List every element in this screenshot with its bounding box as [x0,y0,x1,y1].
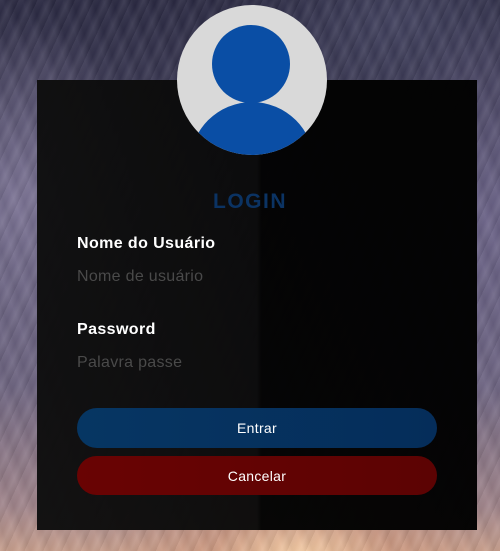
avatar-body [190,102,314,155]
user-avatar-icon [177,5,327,155]
password-input[interactable] [77,349,437,377]
username-input[interactable] [77,263,437,291]
login-title: LOGIN [213,190,287,213]
submit-button[interactable]: Entrar [77,408,437,448]
password-label: Password [77,321,156,338]
username-label: Nome do Usuário [77,235,216,252]
cancel-button[interactable]: Cancelar [77,456,437,495]
avatar-head [212,25,290,103]
